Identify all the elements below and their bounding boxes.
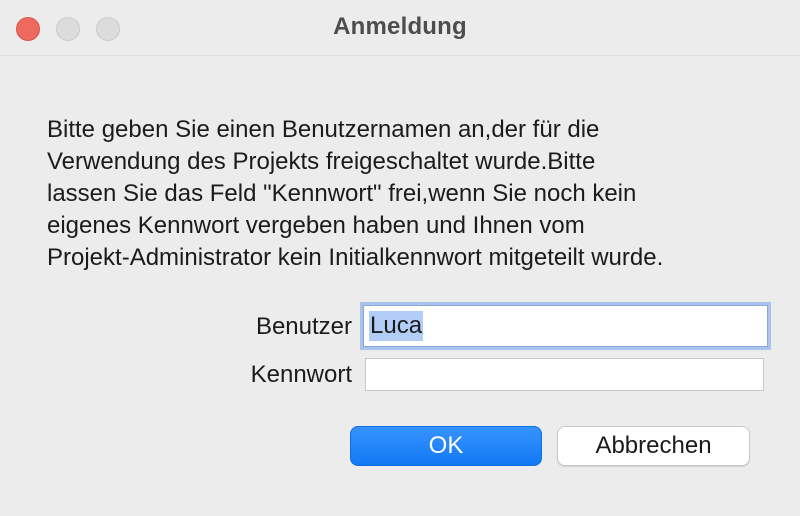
message-line: eigenes Kennwort vergeben haben und Ihne… [47,212,585,239]
password-input[interactable] [365,358,764,391]
message-line: lassen Sie das Feld "Kennwort" frei,wenn… [47,180,637,207]
cancel-button[interactable]: Abbrechen [557,426,750,466]
window-title: Anmeldung [333,13,467,40]
user-input-value: Luca [369,311,424,341]
ok-button[interactable]: OK [350,426,542,466]
user-input[interactable]: Luca [363,305,768,347]
message-line: Verwendung des Projekts freigeschaltet w… [47,148,596,175]
login-dialog: Anmeldung Bitte geben Sie einen Benutzer… [0,0,800,516]
message-line: Projekt-Administrator kein Initialkennwo… [47,244,664,271]
instruction-message: Bitte geben Sie einen Benutzernamen an,d… [47,114,777,274]
password-label: Kennwort [250,361,352,388]
user-label: Benutzer [255,313,352,340]
message-line: Bitte geben Sie einen Benutzernamen an,d… [47,116,600,143]
title-bar: Anmeldung [0,0,800,56]
